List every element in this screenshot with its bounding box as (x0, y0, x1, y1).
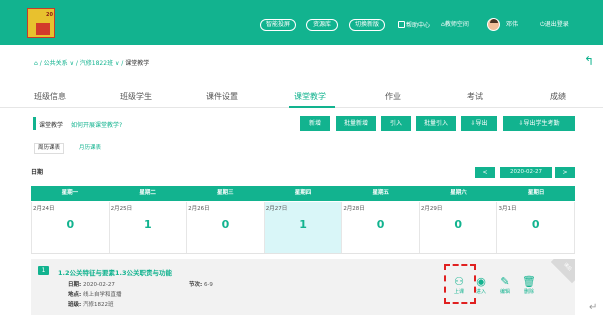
tab-class-info[interactable]: 班级信息 (34, 91, 66, 102)
subtab-weekly[interactable]: 周历课表 (34, 143, 65, 154)
breadcrumb: ⌂ / 公共关系 ∨ / 汽修1822班 ∨ / 课堂教学 (34, 58, 149, 67)
tab-bar: 班级信息 班级学生 课件设置 课堂教学 作业 考试 成绩 (0, 84, 603, 108)
tab-exam[interactable]: 考试 (467, 91, 483, 102)
subtab-monthly[interactable]: 月历课表 (79, 143, 101, 154)
tab-class-students[interactable]: 班级学生 (120, 91, 152, 102)
day-date: 3月1日 (498, 206, 517, 212)
status-ribbon: 课后 (544, 259, 575, 290)
tab-courseware-settings[interactable]: 课件设置 (206, 91, 238, 102)
course-title[interactable]: 1.2公关特征与要素1.3公关职责与功能 (58, 267, 172, 277)
course-period: 节次: 6-9 (189, 282, 213, 288)
breadcrumb-path[interactable]: / 公共关系 ∨ / 汽修1822班 ∨ / (40, 60, 125, 67)
course-date: 日期: 2020-02-27 (68, 282, 115, 288)
batch-add-button[interactable]: 批量新增 (336, 116, 376, 131)
weekday-header-cell: 星期五 (372, 190, 389, 196)
course-class: 班级: 汽修1822班 (68, 302, 114, 308)
day-count: 0 (454, 218, 462, 231)
week-row: 2月24日 0 2月25日 1 2月26日 0 2月27日 1 2月28日 0 2月29日… (31, 202, 576, 254)
return-symbol: ↵ (589, 302, 598, 313)
day-date: 2月26日 (188, 206, 210, 212)
import-button[interactable]: 引入 (381, 116, 411, 131)
switch-version-button[interactable]: 切换新版 (349, 19, 385, 31)
course-number-badge: 1 (38, 266, 49, 275)
course-place: 地点: 线上自学和直播 (68, 292, 122, 298)
status-ribbon-label: 课后 (562, 262, 573, 273)
tab-homework[interactable]: 作业 (385, 91, 401, 102)
edit-button[interactable]: ✎ 编辑 (495, 275, 515, 295)
next-week-button[interactable]: > (555, 167, 575, 178)
weekday-header-cell: 星期六 (450, 190, 467, 196)
home-icon[interactable]: ⌂ (34, 60, 38, 67)
day-count: 1 (144, 218, 152, 231)
back-arrow-icon[interactable]: ↰ (584, 55, 594, 67)
day-cell[interactable]: 3月1日 0 (497, 202, 576, 253)
export-button[interactable]: ⇩导出 (461, 116, 497, 131)
prev-week-button[interactable]: < (475, 167, 495, 178)
tab-classroom-teaching[interactable]: 课堂教学 (294, 91, 326, 102)
day-date: 2月25日 (110, 206, 133, 212)
smart-cast-button[interactable]: 智能投屏 (260, 19, 296, 31)
help-icon (398, 21, 405, 28)
section-title: 课堂教学 (39, 122, 64, 129)
day-count: 0 (376, 218, 385, 231)
day-cell[interactable]: 2月24日 0 (31, 202, 110, 253)
add-button[interactable]: 新增 (300, 116, 330, 131)
section-marker (33, 117, 36, 130)
avatar[interactable] (487, 18, 500, 31)
help-link[interactable]: 如何开展课堂教学? (71, 120, 122, 129)
help-center-link[interactable]: 帮助中心 (398, 21, 430, 30)
day-cell[interactable]: 2月25日 1 (110, 202, 188, 253)
day-date: 2月28日 (343, 206, 365, 212)
weekday-header-cell: 星期四 (294, 190, 312, 196)
logo-year-mark: 20 (46, 12, 53, 18)
current-date-picker[interactable]: 2020-02-27 (500, 167, 552, 178)
weekday-header-cell: 星期一 (61, 190, 79, 196)
day-count: 0 (531, 218, 540, 231)
teacher-space-link[interactable]: ⌂教师空间 (441, 21, 469, 29)
highlight-annotation (444, 264, 476, 304)
day-date: 2月27日 (265, 206, 288, 212)
active-tab-indicator (289, 106, 335, 108)
date-label: 日期 (31, 169, 44, 176)
day-date: 2月24日 (33, 206, 55, 212)
day-cell[interactable]: 2月28日 0 (342, 202, 420, 253)
breadcrumb-current: 课堂教学 (125, 60, 150, 67)
edit-icon: ✎ (500, 275, 510, 288)
day-count: 1 (299, 218, 307, 231)
day-count: 0 (66, 218, 75, 231)
day-date: 2月29日 (420, 206, 443, 212)
logout-link[interactable]: ⏻退出登录 (540, 21, 569, 29)
weekday-header-cell: 星期三 (217, 190, 234, 196)
resource-library-button[interactable]: 资源库 (306, 19, 338, 31)
day-count: 0 (221, 218, 230, 231)
course-card: 1 1.2公关特征与要素1.3公关职责与功能 日期: 2020-02-27 地点… (31, 259, 575, 315)
day-cell-today[interactable]: 2月27日 1 (264, 202, 343, 253)
tab-grades[interactable]: 成绩 (550, 91, 566, 102)
user-name[interactable]: 邓伟 (506, 21, 518, 29)
weekday-header: 星期一 星期二 星期三 星期四 星期五 星期六 星期日 (31, 186, 575, 201)
day-cell[interactable]: 2月26日 0 (187, 202, 265, 253)
logo: 20 (27, 8, 55, 38)
logo-book-icon (36, 23, 50, 35)
trash-icon: 🗑 (522, 275, 536, 288)
weekday-header-cell: 星期二 (139, 190, 156, 196)
export-attendance-button[interactable]: ⇩导出学生考勤 (503, 116, 575, 131)
delete-button[interactable]: 🗑 删除 (519, 275, 539, 295)
batch-import-button[interactable]: 批量引入 (416, 116, 456, 131)
top-bar: 20 智能投屏 资源库 切换新版 帮助中心 ⌂教师空间 邓伟 ⏻退出登录 (0, 0, 603, 45)
day-cell[interactable]: 2月29日 0 (420, 202, 498, 253)
weekday-header-cell: 星期日 (527, 190, 545, 196)
